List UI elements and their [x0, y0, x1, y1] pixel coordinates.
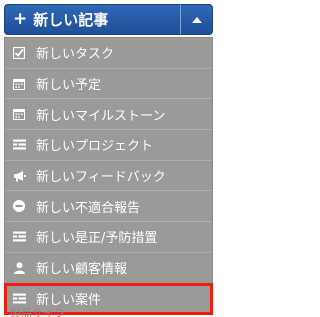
menu-item-new-customer[interactable]: 新しい顧客情報 [5, 253, 212, 284]
new-article-label: 新しい記事 [33, 11, 109, 29]
caret-up-icon [191, 16, 202, 23]
plus-icon: + [13, 9, 28, 29]
new-article-button[interactable]: + 新しい記事 [4, 4, 180, 35]
menu-item-new-project[interactable]: 新しいプロジェクト [5, 130, 212, 161]
menu-item-new-nonconformity[interactable]: 新しい不適合報告 [5, 191, 212, 223]
background-text: 製品サイフ [10, 307, 65, 317]
megaphone-icon [12, 169, 26, 183]
menu-item-label: 新しい顧客情報 [36, 262, 128, 278]
calendar-icon [12, 107, 26, 121]
menu-item-label: 新しい不適合報告 [36, 200, 141, 216]
menu-item-label: 新しいマイルストーン [36, 108, 166, 124]
menu-item-label: 新しいフィードバック [36, 170, 166, 186]
list-icon [12, 292, 26, 306]
list-icon [12, 230, 26, 244]
list-icon [12, 138, 26, 152]
checkbox-icon [12, 46, 26, 60]
new-item-dropdown: + 新しい記事 新しいタスク 新しい予定 新しいマイルストーン 新しいプロジェク… [0, 0, 218, 317]
minus-circle-icon [12, 199, 26, 213]
menu-item-label: 新しいタスク [36, 47, 115, 63]
menu-item-new-corrective-action[interactable]: 新しい是正/予防措置 [5, 222, 212, 253]
menu-item-label: 新しい是正/予防措置 [36, 231, 158, 247]
menu-item-new-feedback[interactable]: 新しいフィードバック [5, 161, 212, 192]
user-icon [12, 261, 26, 275]
menu-item-new-milestone[interactable]: 新しいマイルストーン [5, 99, 212, 131]
menu-item-label: 新しいプロジェクト [36, 139, 154, 155]
menu-item-new-event[interactable]: 新しい予定 [5, 69, 212, 100]
dropdown-menu: 新しいタスク 新しい予定 新しいマイルストーン 新しいプロジェクト 新しいフィー… [4, 37, 213, 316]
menu-item-new-task[interactable]: 新しいタスク [5, 38, 212, 69]
menu-item-label: 新しい予定 [36, 78, 102, 94]
calendar-icon [12, 77, 26, 91]
dropdown-toggle-button[interactable] [180, 4, 213, 35]
new-article-split-button: + 新しい記事 [4, 4, 213, 35]
